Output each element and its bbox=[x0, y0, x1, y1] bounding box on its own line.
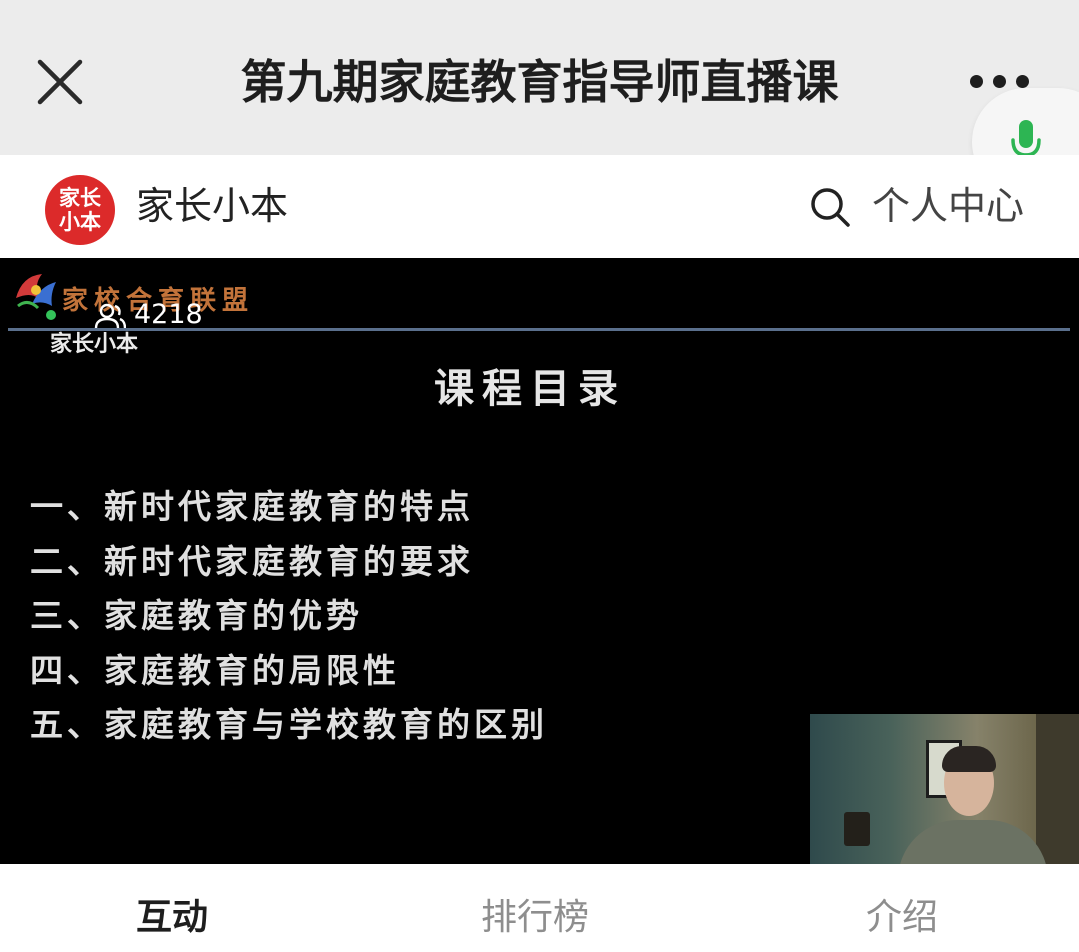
outline-item: 三、家庭教育的优势 bbox=[30, 596, 363, 635]
live-video-player[interactable]: 家校合育联盟 4218 家长小本 课程目录 一、新时代家庭教育的特点 二、新时代… bbox=[0, 258, 1079, 864]
personal-center-link[interactable]: 个人中心 bbox=[872, 181, 1024, 231]
app-header: 家长小本 家长小本 个人中心 bbox=[0, 155, 1079, 258]
presenter-camera[interactable] bbox=[810, 714, 1079, 864]
outline-item: 五、家庭教育与学校教育的区别 bbox=[30, 705, 548, 744]
viewer-count: 4218 bbox=[134, 299, 203, 330]
app-logo[interactable]: 家长小本 bbox=[45, 175, 115, 245]
more-icon bbox=[970, 75, 983, 88]
alliance-logo bbox=[16, 274, 56, 310]
live-indicator bbox=[46, 310, 56, 320]
close-icon bbox=[37, 59, 83, 105]
page-title: 第九期家庭教育指导师直播课 bbox=[240, 55, 839, 109]
tab-leaderboard[interactable]: 排行榜 bbox=[481, 894, 589, 942]
video-watermark: 家长小本 bbox=[50, 332, 139, 357]
course-outline: 一、新时代家庭教育的特点 二、新时代家庭教育的要求 三、家庭教育的优势 四、家庭… bbox=[30, 480, 548, 753]
slide-title: 课程目录 bbox=[434, 365, 626, 412]
outline-item: 四、家庭教育的局限性 bbox=[30, 650, 400, 690]
app-name[interactable]: 家长小本 bbox=[136, 181, 288, 231]
bottom-tab-bar: 互动 排行榜 介绍 bbox=[0, 864, 1079, 952]
outline-item: 二、新时代家庭教育的要求 bbox=[30, 541, 474, 581]
outline-item: 一、新时代家庭教育的特点 bbox=[30, 487, 474, 526]
top-nav-bar: 第九期家庭教育指导师直播课 bbox=[0, 0, 1079, 155]
tab-introduction[interactable]: 介绍 bbox=[866, 894, 938, 942]
tab-interaction[interactable]: 互动 bbox=[136, 894, 208, 942]
close-button[interactable] bbox=[30, 52, 90, 112]
app-logo-text: 家长小本 bbox=[59, 186, 101, 234]
search-icon[interactable] bbox=[808, 185, 852, 229]
